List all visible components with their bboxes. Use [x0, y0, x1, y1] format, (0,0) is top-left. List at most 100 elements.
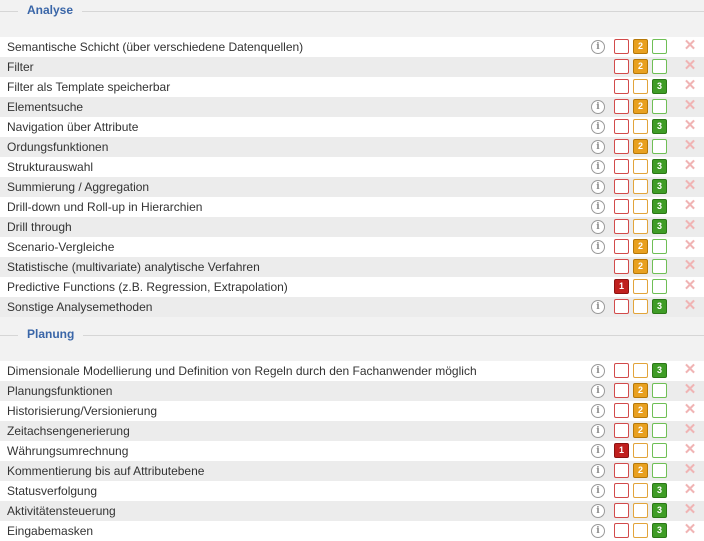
delete-icon[interactable]: ✕	[683, 422, 697, 437]
rating-2-checkbox[interactable]: 2	[633, 259, 648, 274]
rating-3-checkbox[interactable]: 3	[652, 159, 667, 174]
rating-3-checkbox[interactable]: 3	[652, 483, 667, 498]
rating-1-checkbox[interactable]	[614, 99, 629, 114]
rating-1-checkbox[interactable]	[614, 463, 629, 478]
delete-icon[interactable]: ✕	[683, 178, 697, 193]
rating-2-checkbox[interactable]	[633, 159, 648, 174]
rating-3-checkbox[interactable]	[652, 99, 667, 114]
rating-2-checkbox[interactable]: 2	[633, 39, 648, 54]
rating-1-checkbox[interactable]	[614, 423, 629, 438]
rating-1-checkbox[interactable]	[614, 363, 629, 378]
rating-1-checkbox[interactable]	[614, 159, 629, 174]
rating-3-checkbox[interactable]	[652, 59, 667, 74]
delete-icon[interactable]: ✕	[683, 298, 697, 313]
delete-icon[interactable]: ✕	[683, 78, 697, 93]
info-icon[interactable]: i	[591, 120, 605, 134]
rating-1-checkbox[interactable]	[614, 179, 629, 194]
rating-3-checkbox[interactable]: 3	[652, 219, 667, 234]
rating-1-checkbox[interactable]	[614, 403, 629, 418]
rating-1-checkbox[interactable]	[614, 299, 629, 314]
rating-2-checkbox[interactable]	[633, 523, 648, 538]
info-icon[interactable]: i	[591, 384, 605, 398]
rating-1-checkbox[interactable]: 1	[614, 443, 629, 458]
rating-2-checkbox[interactable]: 2	[633, 59, 648, 74]
info-icon[interactable]: i	[591, 444, 605, 458]
rating-2-checkbox[interactable]: 2	[633, 139, 648, 154]
rating-2-checkbox[interactable]	[633, 503, 648, 518]
info-icon[interactable]: i	[591, 160, 605, 174]
info-icon[interactable]: i	[591, 220, 605, 234]
rating-2-checkbox[interactable]	[633, 279, 648, 294]
delete-icon[interactable]: ✕	[683, 98, 697, 113]
rating-3-checkbox[interactable]: 3	[652, 363, 667, 378]
info-icon[interactable]: i	[591, 524, 605, 538]
rating-1-checkbox[interactable]	[614, 259, 629, 274]
rating-1-checkbox[interactable]	[614, 119, 629, 134]
rating-1-checkbox[interactable]	[614, 383, 629, 398]
rating-3-checkbox[interactable]: 3	[652, 503, 667, 518]
info-icon[interactable]: i	[591, 100, 605, 114]
rating-2-checkbox[interactable]	[633, 363, 648, 378]
rating-3-checkbox[interactable]	[652, 279, 667, 294]
delete-icon[interactable]: ✕	[683, 258, 697, 273]
delete-icon[interactable]: ✕	[683, 462, 697, 477]
info-icon[interactable]: i	[591, 300, 605, 314]
rating-2-checkbox[interactable]: 2	[633, 423, 648, 438]
rating-2-checkbox[interactable]	[633, 79, 648, 94]
rating-2-checkbox[interactable]	[633, 299, 648, 314]
delete-icon[interactable]: ✕	[683, 278, 697, 293]
delete-icon[interactable]: ✕	[683, 522, 697, 537]
rating-2-checkbox[interactable]	[633, 443, 648, 458]
delete-icon[interactable]: ✕	[683, 158, 697, 173]
rating-3-checkbox[interactable]: 3	[652, 179, 667, 194]
delete-icon[interactable]: ✕	[683, 138, 697, 153]
rating-3-checkbox[interactable]	[652, 383, 667, 398]
rating-1-checkbox[interactable]	[614, 503, 629, 518]
rating-3-checkbox[interactable]	[652, 403, 667, 418]
rating-1-checkbox[interactable]	[614, 199, 629, 214]
rating-1-checkbox[interactable]	[614, 483, 629, 498]
delete-icon[interactable]: ✕	[683, 38, 697, 53]
rating-1-checkbox[interactable]	[614, 59, 629, 74]
delete-icon[interactable]: ✕	[683, 382, 697, 397]
rating-1-checkbox[interactable]	[614, 239, 629, 254]
rating-1-checkbox[interactable]	[614, 39, 629, 54]
delete-icon[interactable]: ✕	[683, 218, 697, 233]
delete-icon[interactable]: ✕	[683, 502, 697, 517]
info-icon[interactable]: i	[591, 140, 605, 154]
rating-2-checkbox[interactable]: 2	[633, 99, 648, 114]
rating-3-checkbox[interactable]: 3	[652, 119, 667, 134]
info-icon[interactable]: i	[591, 240, 605, 254]
delete-icon[interactable]: ✕	[683, 442, 697, 457]
rating-1-checkbox[interactable]	[614, 139, 629, 154]
delete-icon[interactable]: ✕	[683, 362, 697, 377]
info-icon[interactable]: i	[591, 504, 605, 518]
info-icon[interactable]: i	[591, 40, 605, 54]
rating-2-checkbox[interactable]	[633, 219, 648, 234]
info-icon[interactable]: i	[591, 200, 605, 214]
delete-icon[interactable]: ✕	[683, 118, 697, 133]
info-icon[interactable]: i	[591, 364, 605, 378]
rating-3-checkbox[interactable]	[652, 39, 667, 54]
rating-1-checkbox[interactable]	[614, 79, 629, 94]
rating-3-checkbox[interactable]	[652, 443, 667, 458]
rating-2-checkbox[interactable]: 2	[633, 383, 648, 398]
rating-2-checkbox[interactable]: 2	[633, 239, 648, 254]
delete-icon[interactable]: ✕	[683, 238, 697, 253]
rating-3-checkbox[interactable]: 3	[652, 299, 667, 314]
rating-3-checkbox[interactable]	[652, 239, 667, 254]
delete-icon[interactable]: ✕	[683, 482, 697, 497]
info-icon[interactable]: i	[591, 180, 605, 194]
rating-1-checkbox[interactable]	[614, 523, 629, 538]
rating-2-checkbox[interactable]	[633, 179, 648, 194]
rating-3-checkbox[interactable]	[652, 423, 667, 438]
rating-3-checkbox[interactable]: 3	[652, 79, 667, 94]
info-icon[interactable]: i	[591, 484, 605, 498]
info-icon[interactable]: i	[591, 404, 605, 418]
rating-2-checkbox[interactable]	[633, 199, 648, 214]
rating-3-checkbox[interactable]	[652, 139, 667, 154]
rating-1-checkbox[interactable]	[614, 219, 629, 234]
delete-icon[interactable]: ✕	[683, 402, 697, 417]
rating-2-checkbox[interactable]	[633, 119, 648, 134]
rating-2-checkbox[interactable]: 2	[633, 403, 648, 418]
